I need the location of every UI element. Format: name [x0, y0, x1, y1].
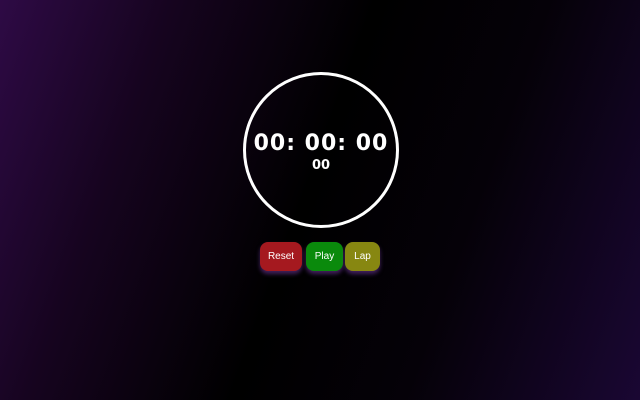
time-display: 00: 00: 00	[253, 131, 389, 156]
stopwatch-dial: 00: 00: 00 00	[243, 72, 399, 228]
reset-button[interactable]: Reset	[260, 242, 302, 271]
milliseconds-display: 00	[311, 158, 331, 173]
stopwatch: 00: 00: 00 00 Reset Play Lap	[0, 0, 640, 400]
play-button[interactable]: Play	[306, 242, 343, 271]
lap-button[interactable]: Lap	[345, 242, 380, 271]
